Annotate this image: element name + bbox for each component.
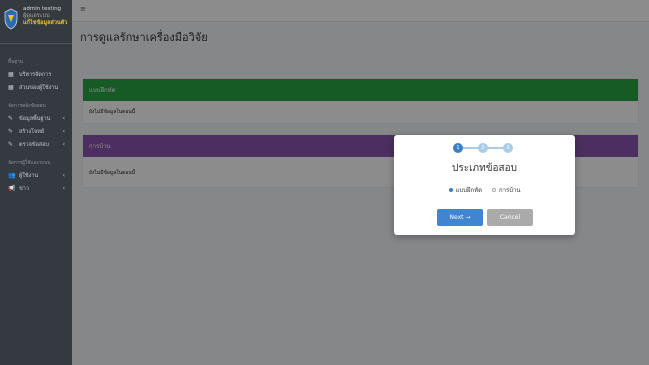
edit-profile-link[interactable]: แก้ไขข้อมูลส่วนตัว [23,20,67,27]
grid-icon: ▦ [8,71,14,78]
sidebar-item-label: ข่าว [19,185,29,192]
sidebar-item-basic-data[interactable]: ✎ ข้อมูลพื้นฐาน ‹ [0,112,72,125]
radio-selected-icon[interactable] [448,188,453,192]
cancel-button[interactable]: Cancel [487,209,533,226]
option-homework[interactable]: การบ้าน [491,185,521,195]
step-3: 3 [503,143,513,153]
option-label: การบ้าน [498,187,521,194]
sidebar: admin testing ผู้ดูแลระบบ แก้ไขข้อมูลส่ว… [0,0,72,365]
step-2: 2 [478,143,488,153]
step-1: 1 [453,143,463,153]
edit-icon: ✎ [8,128,14,135]
chevron-left-icon: ‹ [62,115,65,122]
modal-title: ประเภทข้อสอบ [452,163,517,174]
sidebar-item-label: สร้างโจทย์ [19,128,45,135]
radio-unselected-icon[interactable] [491,188,496,192]
megaphone-icon: 📢 [8,185,16,192]
sidebar-item-check-exam[interactable]: ✎ ตรวจข้อสอบ ‹ [0,138,72,151]
sidebar-nav: พื้นฐาน ▦ บริหารจัดการ ▦ ส่วนของผู้ใช้งา… [0,44,72,195]
chevron-left-icon: ‹ [62,128,65,135]
sidebar-item-label: ผู้ใช้งาน [19,172,39,179]
sidebar-item-manage[interactable]: ▦ บริหารจัดการ [0,68,72,81]
users-icon: 👥 [8,172,16,179]
sidebar-item-label: บริหารจัดการ [19,71,52,78]
edit-icon: ✎ [8,141,14,148]
nav-header-user-system: จัดการผู้ใช้และระบบ [8,161,51,166]
user-name: admin testing [23,6,62,12]
sidebar-item-user-section[interactable]: ▦ ส่วนของผู้ใช้งาน [0,81,72,94]
sidebar-item-users[interactable]: 👥 ผู้ใช้งาน ‹ [0,169,72,182]
sidebar-item-label: ตรวจข้อสอบ [19,141,50,148]
grid-icon: ▦ [8,84,14,91]
chevron-left-icon: ‹ [62,185,65,192]
edit-icon: ✎ [8,115,14,122]
next-button[interactable]: Next → [437,209,483,226]
chevron-left-icon: ‹ [62,141,65,148]
option-label: แบบฝึกหัด [455,187,482,194]
exam-type-modal: 1 2 3 ประเภทข้อสอบ แบบฝึกหัด การบ้าน Nex… [394,135,575,235]
user-role: ผู้ดูแลระบบ [23,13,50,19]
nav-header-exam-bank: จัดการคลังข้อสอบ [8,104,46,109]
sidebar-item-news[interactable]: 📢 ข่าว ‹ [0,182,72,195]
chevron-left-icon: ‹ [62,172,65,179]
sidebar-item-label: ข้อมูลพื้นฐาน [19,115,51,122]
sidebar-item-create-question[interactable]: ✎ สร้างโจทย์ ‹ [0,125,72,138]
step-indicator: 1 2 3 [453,142,513,154]
exam-type-options: แบบฝึกหัด การบ้าน [394,185,575,195]
logo-icon [4,8,18,30]
nav-header-basic: พื้นฐาน [8,60,24,65]
option-exercise[interactable]: แบบฝึกหัด [448,185,482,195]
brand: admin testing ผู้ดูแลระบบ แก้ไขข้อมูลส่ว… [0,0,72,44]
sidebar-item-label: ส่วนของผู้ใช้งาน [19,84,59,91]
